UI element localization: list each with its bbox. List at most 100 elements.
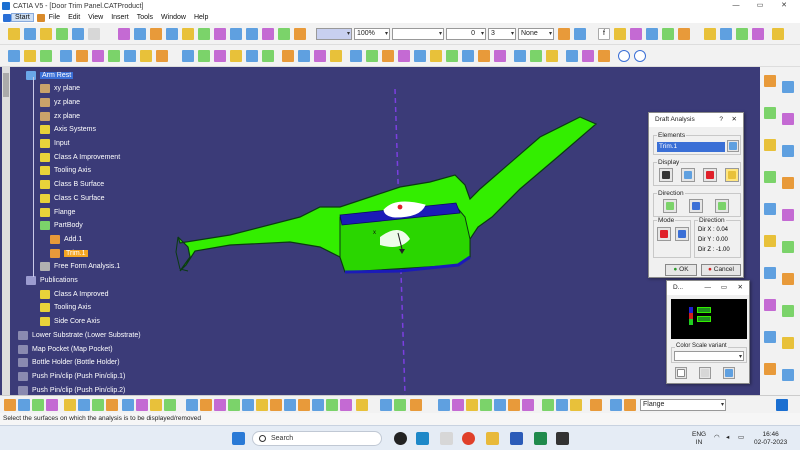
right-tool-icon[interactable] xyxy=(764,267,776,279)
wifi-icon[interactable]: ◠ xyxy=(714,434,720,442)
bottom-tool-icon[interactable] xyxy=(270,399,282,411)
maximize-button[interactable]: ▭ xyxy=(748,0,772,12)
scale-close-button[interactable]: ✕ xyxy=(738,281,743,295)
right-tool-icon[interactable] xyxy=(782,145,794,157)
right-tool-icon[interactable] xyxy=(782,305,794,317)
hide-show-icon[interactable] xyxy=(366,50,378,62)
view-rotate-icon[interactable] xyxy=(446,50,458,62)
bottom-tool-icon[interactable] xyxy=(18,399,30,411)
file-explorer-icon[interactable] xyxy=(486,432,499,445)
bottom-tool-icon[interactable] xyxy=(242,399,254,411)
blend-icon[interactable] xyxy=(150,28,162,40)
bottom-tool-icon[interactable] xyxy=(556,399,568,411)
tree-item[interactable]: Lower Substrate (Lower Substrate) xyxy=(18,329,141,341)
elements-field[interactable]: Trim.1 xyxy=(657,142,725,152)
mode-standard-button[interactable] xyxy=(675,227,689,241)
bottom-tool-icon[interactable] xyxy=(340,399,352,411)
paint-icon[interactable] xyxy=(558,28,570,40)
bottom-tool-icon[interactable] xyxy=(542,399,554,411)
analysis-icon[interactable] xyxy=(736,28,748,40)
word-icon[interactable] xyxy=(510,432,523,445)
bottom-tool-icon[interactable] xyxy=(522,399,534,411)
draft-analysis-icon[interactable] xyxy=(282,50,294,62)
bottom-tool-icon[interactable] xyxy=(284,399,296,411)
bottom-tool-icon[interactable] xyxy=(410,399,422,411)
menu-window[interactable]: Window xyxy=(157,14,190,21)
sphere-icon[interactable] xyxy=(618,50,630,62)
parallel-curve-icon[interactable] xyxy=(182,50,194,62)
tree-item[interactable]: Class A Improvement xyxy=(40,151,120,163)
catia-taskbar-icon[interactable] xyxy=(440,432,453,445)
menu-help[interactable]: Help xyxy=(190,14,212,21)
scale-value-bottom[interactable] xyxy=(697,316,711,322)
tree-item[interactable]: Axis Systems xyxy=(40,124,96,136)
right-tool-icon[interactable] xyxy=(782,337,794,349)
extrude-icon[interactable] xyxy=(72,28,84,40)
revolve-icon[interactable] xyxy=(88,28,100,40)
render-style-icon[interactable] xyxy=(566,50,578,62)
geo-set-icon[interactable] xyxy=(24,50,36,62)
top-view-icon[interactable] xyxy=(546,50,558,62)
direction-inverse-button[interactable] xyxy=(715,199,729,213)
fill-icon[interactable] xyxy=(134,28,146,40)
tree-item[interactable]: Add.1 xyxy=(50,233,82,245)
catia-active-icon[interactable] xyxy=(556,432,569,445)
elements-select-button[interactable] xyxy=(727,140,739,152)
battery-icon[interactable]: ▭ xyxy=(738,434,744,442)
tree-item[interactable]: xy plane xyxy=(40,83,80,95)
display-full-button[interactable] xyxy=(659,168,673,182)
swap-icon[interactable] xyxy=(382,50,394,62)
right-tool-icon[interactable] xyxy=(764,107,776,119)
tree-item[interactable]: Bottle Holder (Bottle Holder) xyxy=(18,357,120,369)
color-combo[interactable]: ▾ xyxy=(316,28,352,40)
right-tool-icon[interactable] xyxy=(782,113,794,125)
bottom-tool-icon[interactable] xyxy=(256,399,268,411)
extract-icon[interactable] xyxy=(230,50,242,62)
bottom-tool-icon[interactable] xyxy=(186,399,198,411)
bottom-tool-icon[interactable] xyxy=(624,399,636,411)
bottom-tool-icon[interactable] xyxy=(394,399,406,411)
right-tool-icon[interactable] xyxy=(782,81,794,93)
symmetry-icon[interactable] xyxy=(278,28,290,40)
right-tool-icon[interactable] xyxy=(764,299,776,311)
tree-item[interactable]: Input xyxy=(40,138,70,150)
extrapolate-icon[interactable] xyxy=(246,50,258,62)
inertia-icon[interactable] xyxy=(720,28,732,40)
view-zoom-icon[interactable] xyxy=(462,50,474,62)
layer-combo[interactable]: 0 ▾ xyxy=(446,28,486,40)
right-tool-icon[interactable] xyxy=(764,139,776,151)
bottom-tool-icon[interactable] xyxy=(32,399,44,411)
heal-icon[interactable] xyxy=(182,28,194,40)
knowledge-icon[interactable] xyxy=(678,28,690,40)
menu-view[interactable]: View xyxy=(84,14,107,21)
parameter-icon[interactable] xyxy=(752,28,764,40)
untrim-icon[interactable] xyxy=(262,50,274,62)
bottom-tool-icon[interactable] xyxy=(4,399,16,411)
right-tool-icon[interactable] xyxy=(764,331,776,343)
bottom-tool-icon[interactable] xyxy=(228,399,240,411)
sweep-icon[interactable] xyxy=(118,28,130,40)
bottom-tool-icon[interactable] xyxy=(78,399,90,411)
right-tool-icon[interactable] xyxy=(764,363,776,375)
right-tool-icon[interactable] xyxy=(782,177,794,189)
connect-icon[interactable] xyxy=(124,50,136,62)
bottom-tool-icon[interactable] xyxy=(92,399,104,411)
tree-item[interactable]: Trim.1 xyxy=(50,247,88,259)
right-tool-icon[interactable] xyxy=(782,209,794,221)
language-indicator[interactable]: ENG IN xyxy=(692,431,706,447)
intersection-icon[interactable] xyxy=(156,50,168,62)
new-body-icon[interactable] xyxy=(8,50,20,62)
bottom-tool-icon[interactable] xyxy=(438,399,450,411)
tree-item[interactable]: Class C Surface xyxy=(40,192,105,204)
translate-icon[interactable] xyxy=(246,28,258,40)
linewidth-combo[interactable]: None ▾ xyxy=(518,28,554,40)
display-dynamic-button[interactable] xyxy=(703,168,717,182)
tree-item[interactable]: Class A Improved xyxy=(40,288,108,300)
fly-icon[interactable] xyxy=(398,50,410,62)
check-icon[interactable] xyxy=(772,28,784,40)
tree-item[interactable]: Tooling Axis xyxy=(40,302,91,314)
minimize-button[interactable]: — xyxy=(724,0,748,12)
mode-lateral-button[interactable] xyxy=(657,227,671,241)
help-button[interactable]: ? xyxy=(719,113,723,127)
scale-edit-button[interactable] xyxy=(675,367,687,379)
